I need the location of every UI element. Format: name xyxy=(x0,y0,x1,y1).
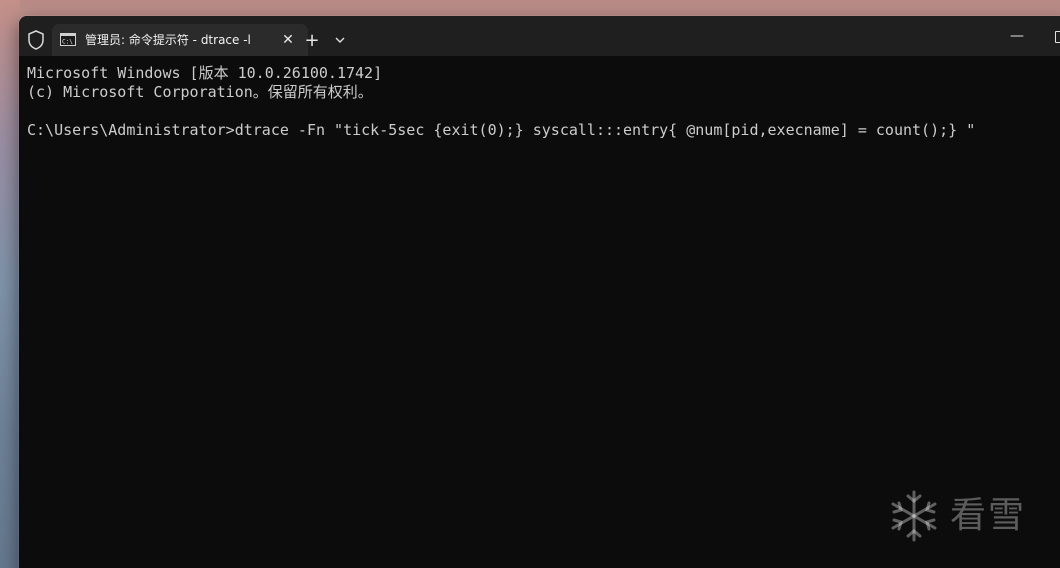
shield-icon xyxy=(28,30,44,50)
tab-close-button[interactable]: ✕ xyxy=(280,32,296,48)
snowflake-icon xyxy=(891,490,937,542)
terminal-icon: C:\ xyxy=(60,33,76,46)
terminal-output[interactable]: Microsoft Windows [版本 10.0.26100.1742] (… xyxy=(27,64,1060,544)
terminal-line: Microsoft Windows [版本 10.0.26100.1742] xyxy=(27,64,383,82)
svg-text:C:\: C:\ xyxy=(62,39,73,46)
new-tab-button[interactable]: + xyxy=(301,30,323,52)
watermark: 看雪 xyxy=(888,488,1038,548)
minimize-button[interactable]: — xyxy=(1007,28,1027,44)
desktop-background xyxy=(0,0,20,568)
watermark-text: 看雪 xyxy=(950,495,1027,536)
title-bar: C:\ 管理员: 命令提示符 - dtrace -l ✕ + — xyxy=(19,16,1060,56)
tab-command-prompt[interactable]: C:\ 管理员: 命令提示符 - dtrace -l ✕ xyxy=(52,24,308,56)
terminal-line: (c) Microsoft Corporation。保留所有权利。 xyxy=(27,83,373,101)
tab-title: 管理员: 命令提示符 - dtrace -l xyxy=(85,33,251,47)
chevron-down-icon[interactable] xyxy=(331,31,349,49)
terminal-command-line: C:\Users\Administrator>dtrace -Fn "tick-… xyxy=(27,121,976,139)
terminal-window: C:\ 管理员: 命令提示符 - dtrace -l ✕ + — Microso… xyxy=(19,16,1060,568)
maximize-button[interactable] xyxy=(1055,31,1060,43)
